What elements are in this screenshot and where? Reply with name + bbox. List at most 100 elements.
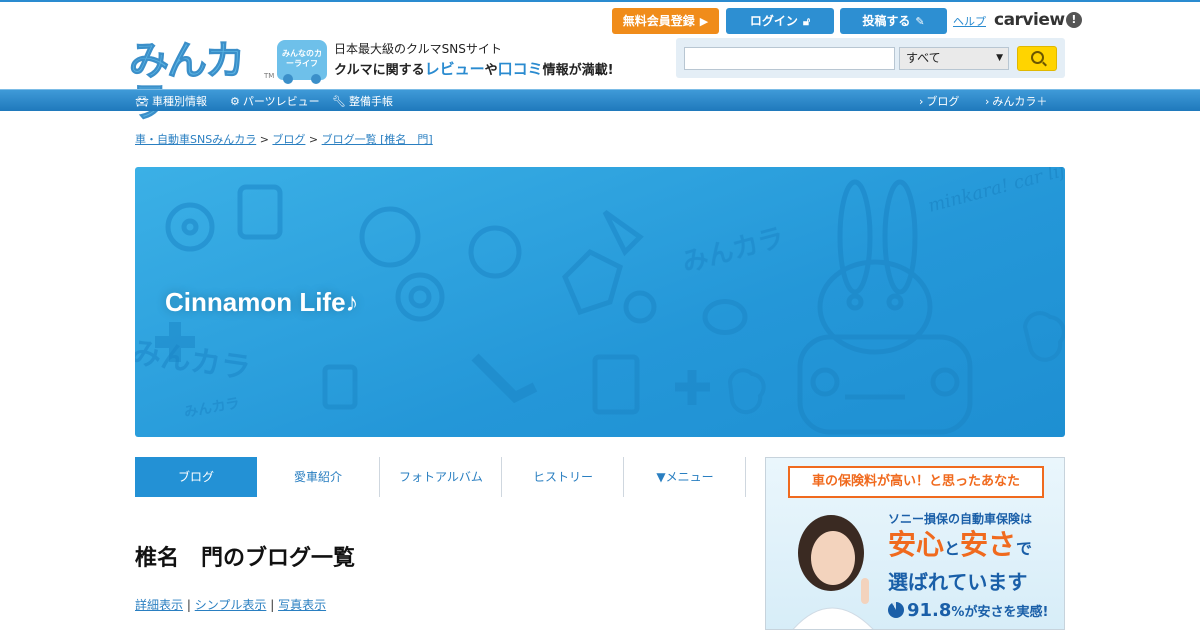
tab-menu[interactable]: ▼メニュー [624, 457, 746, 497]
wheel-icon [468, 225, 522, 279]
ad-anshin: 安心 [888, 528, 945, 561]
nav-blog[interactable]: › ブログ [919, 93, 959, 109]
badge-wheel-left [283, 74, 293, 84]
gear-icon: ⚙ [230, 95, 240, 108]
speech-bubble-icon [359, 206, 421, 268]
tab-car-intro[interactable]: 愛車紹介 [257, 457, 379, 497]
breadcrumb: 車・自動車SNSみんカラ > ブログ > ブログ一覧 [椎名 門] [135, 131, 433, 147]
view-separator: | [186, 598, 191, 612]
nav-car-info-label: 車種別情報 [151, 95, 207, 108]
pen-icon: ✎ [915, 15, 925, 28]
ad-stat-value: 91.8 [907, 600, 952, 621]
nav-minkara-plus[interactable]: › みんカラ＋ [985, 93, 1047, 109]
tab-blog[interactable]: ブログ [135, 457, 257, 497]
badge-wheel-right [311, 74, 321, 84]
tire-icon [395, 272, 445, 322]
carview-text: carview [994, 10, 1065, 30]
tab-photo-album[interactable]: フォトアルバム [380, 457, 502, 497]
post-button[interactable]: 投稿する ✎ [840, 8, 947, 34]
tab-divider [745, 457, 746, 497]
search-input[interactable] [684, 47, 895, 70]
breadcrumb-blog-list[interactable]: ブログ一覧 [椎名 門] [322, 133, 433, 146]
wrench-icon: 🔧︎ [332, 95, 346, 108]
car-life-badge-icon: みんなのカーライフ [277, 40, 327, 84]
ad-person-illustration [792, 515, 874, 629]
car-icon [702, 299, 748, 335]
blog-tabs: ブログ 愛車紹介 フォトアルバム ヒストリー ▼メニュー [135, 457, 746, 497]
pencil-icon [602, 209, 644, 257]
ad-line3: 選ばれています [888, 570, 1028, 594]
blog-banner[interactable]: みんカラ みんカラ みんカラ minkara! car life of car … [135, 167, 1065, 437]
plus-icon-2 [675, 370, 710, 405]
global-nav: 🚘︎ 車種別情報 ⚙ パーツレビュー 🔧︎ 整備手帳 › ブログ › みんカラ＋ [0, 89, 1200, 111]
nav-maintenance-label: 整備手帳 [348, 95, 393, 108]
car-badge-text: みんなのカーライフ [282, 49, 322, 68]
tagline-pre: クルマに関する [334, 63, 425, 78]
search-button[interactable] [1017, 46, 1057, 71]
register-button[interactable]: 無料会員登録 ▶ [612, 8, 719, 34]
minkara-logo[interactable]: みんカラ [129, 40, 269, 125]
wrench-shape-icon [471, 353, 538, 404]
chat-dots-icon [623, 290, 657, 324]
rabbit-mascot-illustration [797, 179, 973, 435]
ad-stat-text: が安さを実感! [964, 605, 1049, 620]
tagline-top: 日本最大級のクルマSNSサイト [334, 42, 502, 56]
search-category-select[interactable]: すべて ▼ [899, 47, 1009, 70]
breadcrumb-home[interactable]: 車・自動車SNSみんカラ [135, 133, 256, 146]
logo-text: みんカラ [129, 38, 246, 125]
carview-logo[interactable]: carview! [994, 10, 1082, 30]
banner-scribble: minkara! car life of car lovers!! [926, 167, 1065, 217]
search-category-value: すべて [906, 51, 941, 65]
nav-maintenance[interactable]: 🔧︎ 整備手帳 [332, 93, 393, 109]
phone-icon [237, 184, 283, 240]
post-label: 投稿する [862, 14, 911, 28]
view-mode-links: 詳細表示 | シンプル表示 | 写真表示 [135, 596, 326, 613]
breadcrumb-separator: > [308, 133, 319, 146]
ad-stat: 91.8%が安さを実感! [888, 600, 1048, 621]
scribble-line-1: minkara! car life of car lovers!! [926, 167, 1065, 217]
document-icon [322, 364, 358, 410]
logo-trademark: TM [264, 72, 275, 80]
view-separator: | [270, 598, 275, 612]
ad-stat-unit: % [951, 605, 965, 620]
chevron-right-icon: › [985, 95, 990, 108]
ad-headline: 車の保険料が高い！と思ったあなた [788, 466, 1044, 498]
login-button[interactable]: ログイン 🔓︎ [726, 8, 834, 34]
search-area: すべて ▼ [676, 38, 1065, 78]
steering-wheel-hub-icon [181, 218, 199, 236]
view-simple-link[interactable]: シンプル表示 [195, 598, 267, 612]
breadcrumb-blog[interactable]: ブログ [272, 133, 305, 146]
ad-de: で [1016, 539, 1033, 558]
insurance-ad[interactable]: 車の保険料が高い！と思ったあなた ソニー損保の自動車保険は 安心と安さで 選ばれ… [765, 457, 1065, 630]
tab-history[interactable]: ヒストリー [502, 457, 624, 497]
nav-parts-review-label: パーツレビュー [242, 95, 320, 108]
nav-minkara-plus-label: みんカラ＋ [992, 95, 1048, 108]
ad-line2: 安心と安さで [888, 528, 1032, 566]
view-detail-link[interactable]: 詳細表示 [135, 598, 183, 612]
watermark-logo-2: みんカラ [135, 335, 253, 386]
ad-to: と [944, 539, 961, 558]
nav-parts-review[interactable]: ⚙ パーツレビュー [230, 93, 320, 109]
site-header: みんカラ TM みんなのカーライフ 日本最大級のクルマSNSサイト クルマに関す… [0, 2, 1200, 125]
view-photo-link[interactable]: 写真表示 [278, 598, 326, 612]
login-label: ログイン [749, 14, 798, 28]
watermark-logo-3: みんカラ [183, 395, 241, 420]
ad-line1: ソニー損保の自動車保険は [888, 512, 1033, 526]
tagline-post: 情報が満載! [542, 63, 614, 78]
blog-title[interactable]: Cinnamon Life♪ [165, 287, 359, 318]
tagline-kuchikomi: 口コミ [497, 60, 543, 78]
tagline-mid: や [484, 63, 498, 78]
tagline-main: クルマに関するレビューや口コミ情報が満載! [334, 58, 614, 79]
carview-exclamation-icon: ! [1065, 12, 1082, 28]
steering-wheel-icon [165, 202, 215, 252]
breadcrumb-separator: > [259, 133, 269, 146]
help-link[interactable]: ヘルプ [953, 13, 986, 29]
nav-car-info[interactable]: 🚘︎ 車種別情報 [135, 93, 207, 109]
car-icon: 🚘︎ [135, 95, 149, 108]
watermark-logo-1: みんカラ [679, 223, 787, 279]
ad-yasusa: 安さ [960, 528, 1017, 561]
register-label: 無料会員登録 [622, 14, 695, 28]
unlock-icon: 🔓︎ [802, 15, 811, 28]
tagline-review: レビュー [424, 60, 485, 78]
dropdown-arrow-icon: ▼ [996, 53, 1003, 63]
